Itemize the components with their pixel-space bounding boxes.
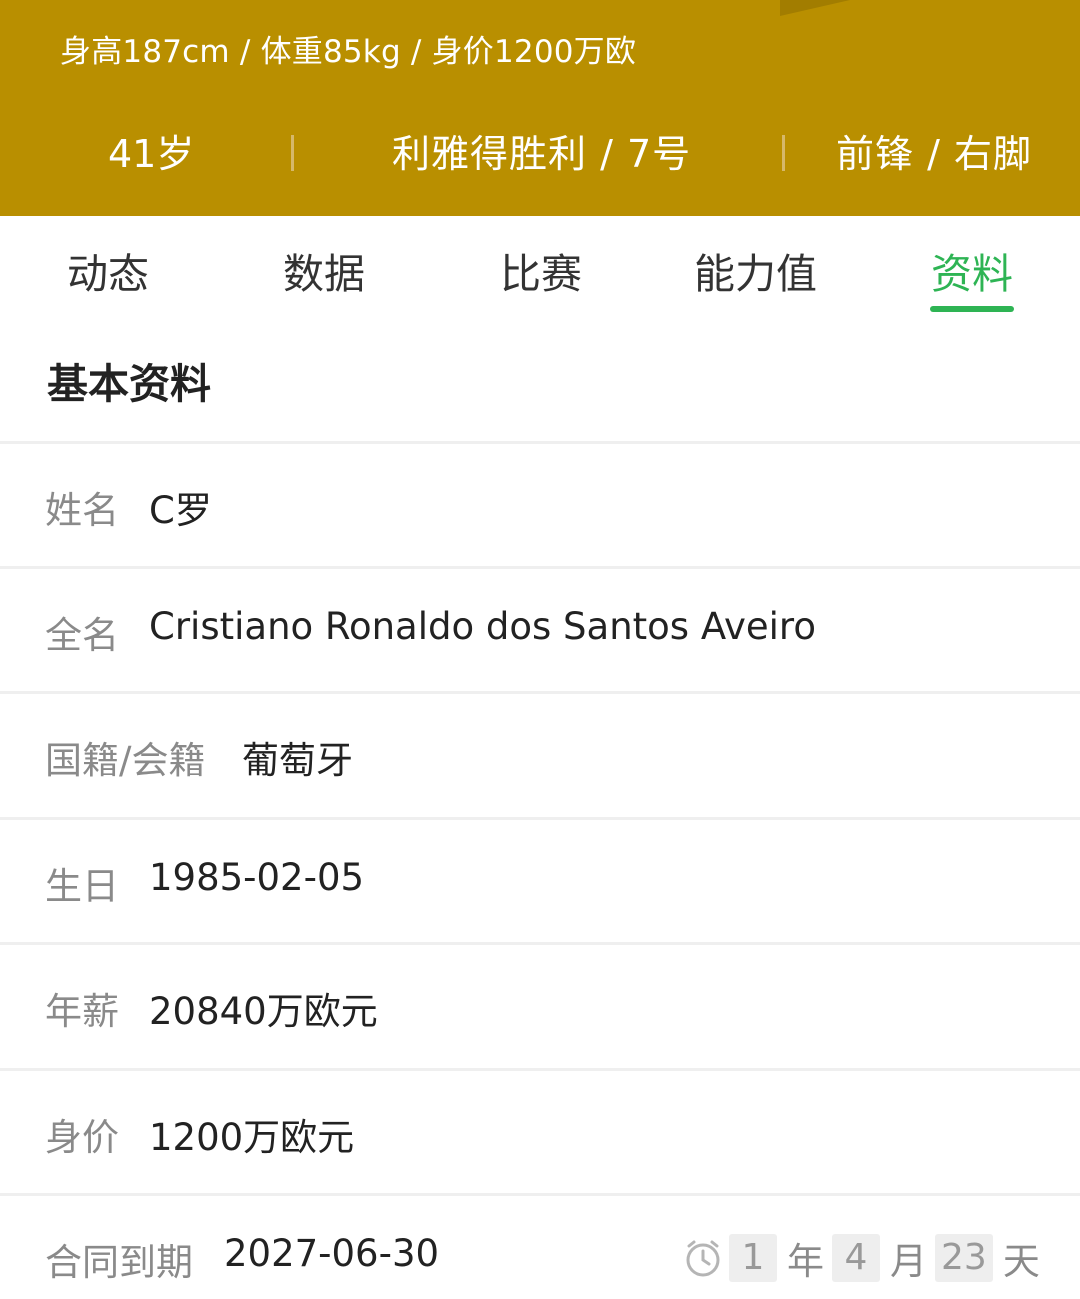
row-label: 姓名 (45, 489, 119, 532)
info-row-name: 姓名 C罗 (0, 444, 1080, 566)
tab-dynamics[interactable]: 动态 (67, 240, 149, 300)
player-header: 身高187cm / 体重85kg / 身价1200万欧 41岁 利雅得胜利 / … (0, 0, 1080, 216)
tab-bar: 动态 数据 比赛 能力值 资料 (0, 216, 1080, 316)
player-position: 前锋 / 右脚 (836, 132, 1032, 176)
tab-data[interactable]: 数据 (283, 240, 365, 300)
row-value: 1200万欧元 (149, 1116, 355, 1159)
row-label: 身价 (45, 1116, 119, 1159)
countdown-months-unit: 月 (890, 1240, 927, 1283)
row-label: 国籍/会籍 (45, 739, 206, 782)
stat-divider (782, 135, 785, 171)
tab-profile[interactable]: 资料 (931, 240, 1013, 300)
countdown-years: 1 (729, 1234, 777, 1282)
countdown-months: 4 (832, 1234, 880, 1282)
row-label: 全名 (45, 614, 119, 657)
row-value: C罗 (149, 489, 212, 532)
player-summary: 身高187cm / 体重85kg / 身价1200万欧 (60, 34, 637, 70)
row-label: 合同到期 (45, 1241, 193, 1284)
section-title: 基本资料 (47, 360, 211, 408)
info-row-birthday: 生日 1985-02-05 (0, 820, 1080, 942)
info-row-market-value: 身价 1200万欧元 (0, 1071, 1080, 1193)
active-tab-indicator (930, 306, 1014, 312)
clock-icon (686, 1240, 720, 1277)
tab-matches[interactable]: 比赛 (500, 240, 582, 300)
header-decoration (780, 0, 850, 16)
row-label: 生日 (45, 865, 119, 908)
row-value: 葡萄牙 (242, 739, 353, 782)
row-value: 20840万欧元 (149, 990, 378, 1033)
row-value: 2027-06-30 (224, 1232, 440, 1275)
info-row-salary: 年薪 20840万欧元 (0, 945, 1080, 1067)
row-label: 年薪 (45, 990, 119, 1033)
info-row-fullname: 全名 Cristiano Ronaldo dos Santos Aveiro (0, 569, 1080, 691)
tab-ability[interactable]: 能力值 (694, 240, 817, 300)
row-value: 1985-02-05 (149, 856, 365, 899)
countdown-days-unit: 天 (1002, 1240, 1040, 1283)
row-value: Cristiano Ronaldo dos Santos Aveiro (149, 605, 816, 648)
player-stats: 41岁 利雅得胜利 / 7号 前锋 / 右脚 (0, 120, 1080, 188)
countdown-days: 23 (935, 1234, 993, 1282)
player-club: 利雅得胜利 / 7号 (392, 132, 692, 176)
info-row-nationality: 国籍/会籍 葡萄牙 (0, 694, 1080, 816)
player-age: 41岁 (108, 132, 195, 176)
stat-divider (291, 135, 294, 171)
contract-countdown: 1 年 4 月 23 天 (683, 1232, 1048, 1284)
countdown-years-unit: 年 (787, 1240, 824, 1283)
